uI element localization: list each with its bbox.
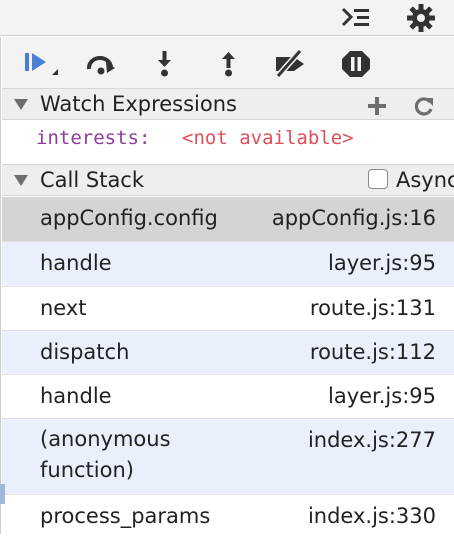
async-label[interactable]: Async xyxy=(396,168,454,192)
frame-location-link[interactable]: appConfig.js:16 xyxy=(272,206,436,230)
frame-location-link[interactable]: index.js:277 xyxy=(308,428,436,452)
call-frame[interactable]: next route.js:131 xyxy=(2,287,454,331)
frame-name: handle xyxy=(40,384,112,408)
async-checkbox[interactable] xyxy=(368,169,388,189)
frame-name: process_params xyxy=(40,504,211,528)
step-into-button[interactable] xyxy=(150,49,182,79)
resume-button[interactable] xyxy=(22,49,58,79)
call-stack-title: Call Stack xyxy=(40,168,145,192)
deactivate-breakpoints-button[interactable] xyxy=(272,49,304,79)
collapse-triangle-icon[interactable] xyxy=(14,99,28,110)
resume-icon xyxy=(25,53,58,75)
drawer-toggle-icon[interactable] xyxy=(340,4,372,36)
call-stack-header[interactable]: Call Stack Async xyxy=(2,164,454,196)
frame-name: next xyxy=(40,296,87,320)
debugger-toolbar xyxy=(2,37,454,89)
pause-icon xyxy=(342,51,370,77)
breakpoints-off-icon xyxy=(275,49,304,78)
frame-location-link[interactable]: index.js:330 xyxy=(308,504,436,528)
step-over-icon xyxy=(86,55,115,75)
call-frame[interactable]: process_params index.js:330 xyxy=(2,495,454,539)
plus-icon[interactable] xyxy=(366,95,388,121)
refresh-icon[interactable] xyxy=(413,95,435,121)
frame-name: (anonymous function) xyxy=(40,427,171,482)
call-frame-selected[interactable]: appConfig.config appConfig.js:16 xyxy=(2,197,454,242)
call-frame[interactable]: (anonymous function) index.js:277 xyxy=(2,419,454,495)
call-frame[interactable]: handle layer.js:95 xyxy=(2,242,454,287)
panel-top-bar xyxy=(0,0,454,36)
watch-expression-value: <not available> xyxy=(182,127,354,149)
frame-name: handle xyxy=(40,251,112,275)
frame-location-link[interactable]: route.js:112 xyxy=(310,340,436,364)
call-frame[interactable]: handle layer.js:95 xyxy=(2,375,454,419)
watch-expression-row[interactable]: interests: <not available> xyxy=(2,121,454,159)
pause-on-exceptions-button[interactable] xyxy=(340,49,372,79)
watch-expressions-title: Watch Expressions xyxy=(40,92,237,116)
left-edge-marker xyxy=(0,484,5,504)
step-out-button[interactable] xyxy=(214,49,246,79)
left-border xyxy=(0,37,1,534)
call-frame[interactable]: dispatch route.js:112 xyxy=(2,331,454,375)
collapse-triangle-icon[interactable] xyxy=(14,175,28,186)
watch-expression-name: interests: xyxy=(36,127,151,149)
step-over-button[interactable] xyxy=(84,49,116,79)
frame-location-link[interactable]: layer.js:95 xyxy=(328,251,436,275)
frame-name: dispatch xyxy=(40,340,130,364)
watch-expressions-header[interactable]: Watch Expressions xyxy=(2,88,454,120)
frame-location-link[interactable]: layer.js:95 xyxy=(328,384,436,408)
step-out-icon xyxy=(222,52,235,77)
step-into-icon xyxy=(158,51,171,77)
frame-name: appConfig.config xyxy=(40,206,218,230)
gear-icon[interactable] xyxy=(405,4,437,36)
frame-location-link[interactable]: route.js:131 xyxy=(310,296,436,320)
